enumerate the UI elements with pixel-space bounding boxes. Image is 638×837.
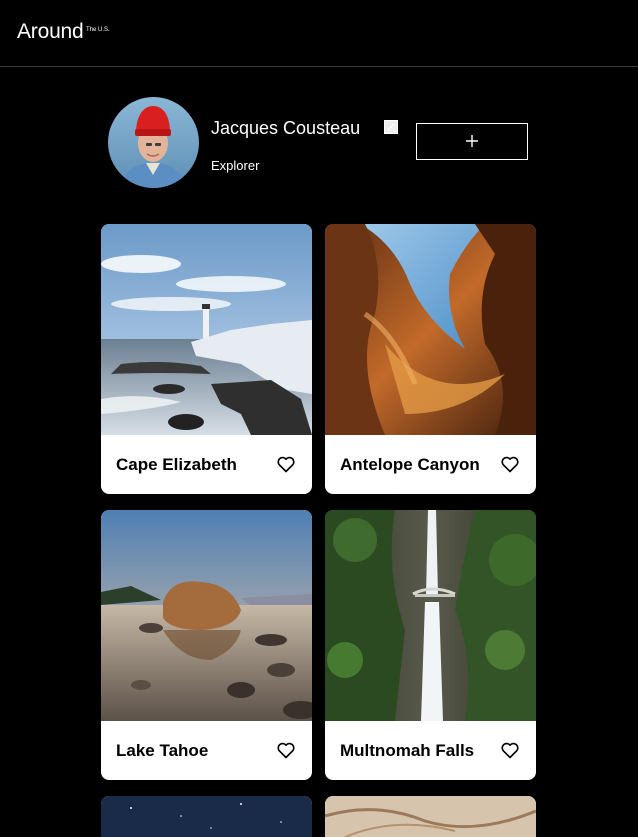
place-image[interactable] (325, 510, 536, 721)
profile-job: Explorer (211, 158, 260, 173)
edit-icon (387, 123, 395, 131)
place-card: Antelope Canyon (325, 224, 536, 494)
place-image[interactable] (325, 796, 536, 837)
place-card: Cape Elizabeth (101, 224, 312, 494)
place-image[interactable] (325, 224, 536, 435)
avatar (108, 97, 199, 188)
plus-icon (466, 135, 478, 147)
heart-icon[interactable] (277, 742, 295, 759)
place-image[interactable] (101, 796, 312, 837)
place-title: Lake Tahoe (116, 741, 209, 760)
place-title: Cape Elizabeth (116, 455, 237, 474)
heart-icon[interactable] (277, 456, 295, 473)
profile-name: Jacques Cousteau (211, 118, 361, 138)
place-title: Antelope Canyon (340, 455, 480, 474)
place-card (101, 796, 312, 837)
place-card: Lake Tahoe (101, 510, 312, 780)
add-place-button[interactable] (416, 123, 528, 160)
heart-icon[interactable] (501, 742, 519, 759)
place-title: Multnomah Falls (340, 741, 475, 760)
edit-profile-button[interactable] (384, 120, 398, 134)
header: Around The U.S. (0, 0, 638, 67)
place-card: Multnomah Falls (325, 510, 536, 780)
logo: Around The U.S. (17, 20, 110, 43)
place-image[interactable] (101, 224, 312, 435)
place-image[interactable] (101, 510, 312, 721)
logo-superscript: The U.S. (86, 27, 110, 33)
profile: Jacques Cousteau Explorer (108, 97, 532, 189)
logo-text: Around (17, 20, 84, 43)
place-card (325, 796, 536, 837)
heart-icon[interactable] (501, 456, 519, 473)
